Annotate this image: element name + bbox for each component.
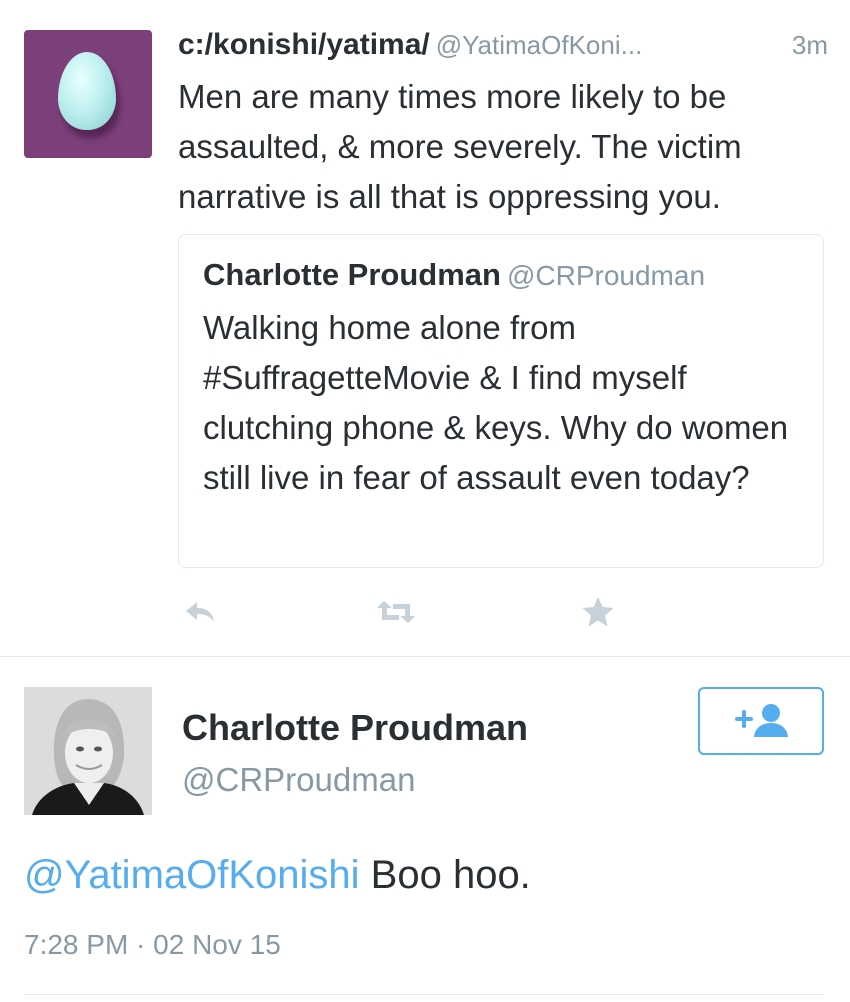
reply-author-handle[interactable]: @CRProudman — [182, 761, 415, 799]
author-name[interactable]: c:/konishi/yatima/ — [178, 28, 430, 61]
reply-timestamp: 7:28 PM · 02 Nov 15 — [24, 929, 281, 960]
tweet-item[interactable]: c:/konishi/yatima/@YatimaOfKoni... 3m Me… — [0, 0, 850, 656]
quoted-tweet-header: Charlotte Proudman @CRProudman — [203, 257, 705, 293]
quoted-author-name: Charlotte Proudman — [203, 257, 501, 292]
follow-button[interactable] — [698, 687, 824, 755]
bottom-divider — [24, 994, 824, 995]
quoted-tweet-text: Walking home alone from #SuffragetteMovi… — [203, 309, 789, 496]
reply-body: Boo hoo. — [359, 853, 531, 897]
quoted-tweet[interactable]: Charlotte Proudman @CRProudman Walking ho… — [178, 234, 824, 568]
reply-text: @YatimaOfKonishi Boo hoo. — [24, 853, 531, 898]
reply-button[interactable] — [178, 592, 222, 632]
favorite-icon — [582, 597, 614, 627]
follow-user-icon — [735, 704, 788, 737]
tweet-header: c:/konishi/yatima/@YatimaOfKoni... 3m — [178, 28, 828, 68]
reply-tweet: Charlotte Proudman @CRProudman @YatimaOf… — [0, 657, 850, 1002]
reply-author-name[interactable]: Charlotte Proudman — [182, 707, 528, 749]
retweet-icon — [377, 601, 415, 623]
profile-avatar[interactable] — [24, 687, 152, 815]
reply-icon — [186, 602, 214, 622]
quoted-author-handle: @CRProudman — [506, 260, 706, 291]
person-photo-icon — [24, 687, 152, 815]
egg-icon — [58, 52, 116, 130]
tweet-time: 3m — [791, 30, 828, 60]
favorite-button[interactable] — [576, 592, 620, 632]
egg-avatar[interactable] — [24, 30, 152, 158]
retweet-button[interactable] — [374, 592, 418, 632]
tweet-text: Men are many times more likely to be ass… — [178, 78, 742, 215]
mention-link[interactable]: @YatimaOfKonishi — [24, 853, 360, 897]
tweet-actions — [178, 592, 628, 632]
author-handle[interactable]: @YatimaOfKoni... — [436, 30, 643, 60]
